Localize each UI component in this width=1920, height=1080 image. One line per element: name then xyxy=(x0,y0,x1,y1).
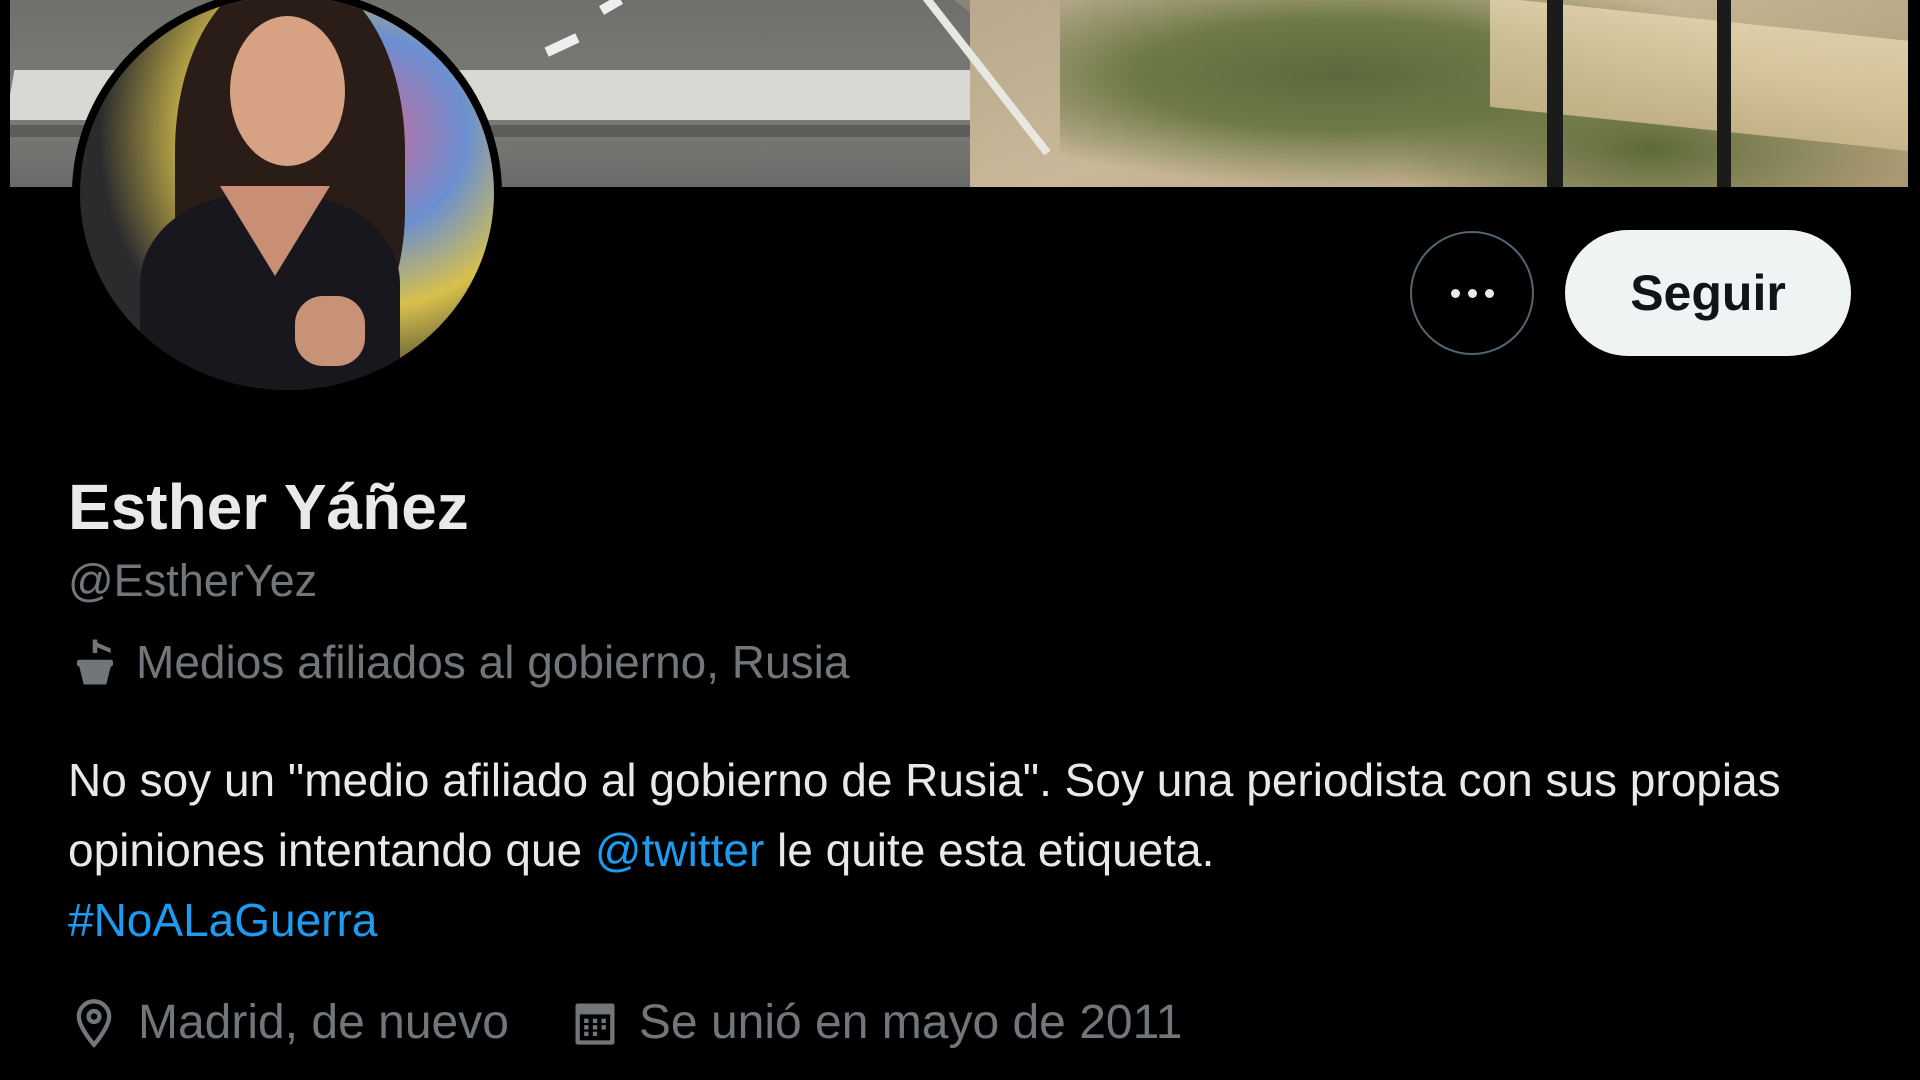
calendar-icon xyxy=(575,1003,615,1045)
bio-text: le quite esta etiqueta. xyxy=(764,824,1215,876)
podium-icon xyxy=(77,639,113,685)
avatar[interactable] xyxy=(72,0,502,398)
more-dots-icon xyxy=(1450,288,1494,298)
banner-pole xyxy=(1547,0,1563,187)
bio-hashtag-link[interactable]: #NoALaGuerra xyxy=(68,894,377,946)
location-pin-icon xyxy=(76,998,112,1048)
location-text: Madrid, de nuevo xyxy=(138,996,509,1049)
follow-button[interactable]: Seguir xyxy=(1565,230,1851,356)
affiliation-text: Medios afiliados al gobierno, Rusia xyxy=(136,636,850,688)
banner-pole xyxy=(1717,0,1731,187)
more-options-button[interactable] xyxy=(1410,231,1534,355)
profile-meta: Madrid, de nuevo Se unió en mayo de 2011 xyxy=(68,995,1242,1050)
bio-mention-link[interactable]: @twitter xyxy=(595,824,764,876)
profile-location: Madrid, de nuevo xyxy=(68,995,509,1050)
profile-name: Esther Yáñez xyxy=(68,471,469,543)
avatar-face xyxy=(230,16,345,166)
government-affiliation-label[interactable]: Medios afiliados al gobierno, Rusia xyxy=(68,635,849,689)
profile-bio: No soy un "medio afiliado al gobierno de… xyxy=(68,745,1868,955)
join-date-text: Se unió en mayo de 2011 xyxy=(638,996,1183,1049)
avatar-photo xyxy=(80,0,494,390)
profile-handle: @EstherYez xyxy=(68,555,318,606)
profile-join-date: Se unió en mayo de 2011 xyxy=(569,995,1183,1050)
avatar-hand xyxy=(295,296,365,366)
